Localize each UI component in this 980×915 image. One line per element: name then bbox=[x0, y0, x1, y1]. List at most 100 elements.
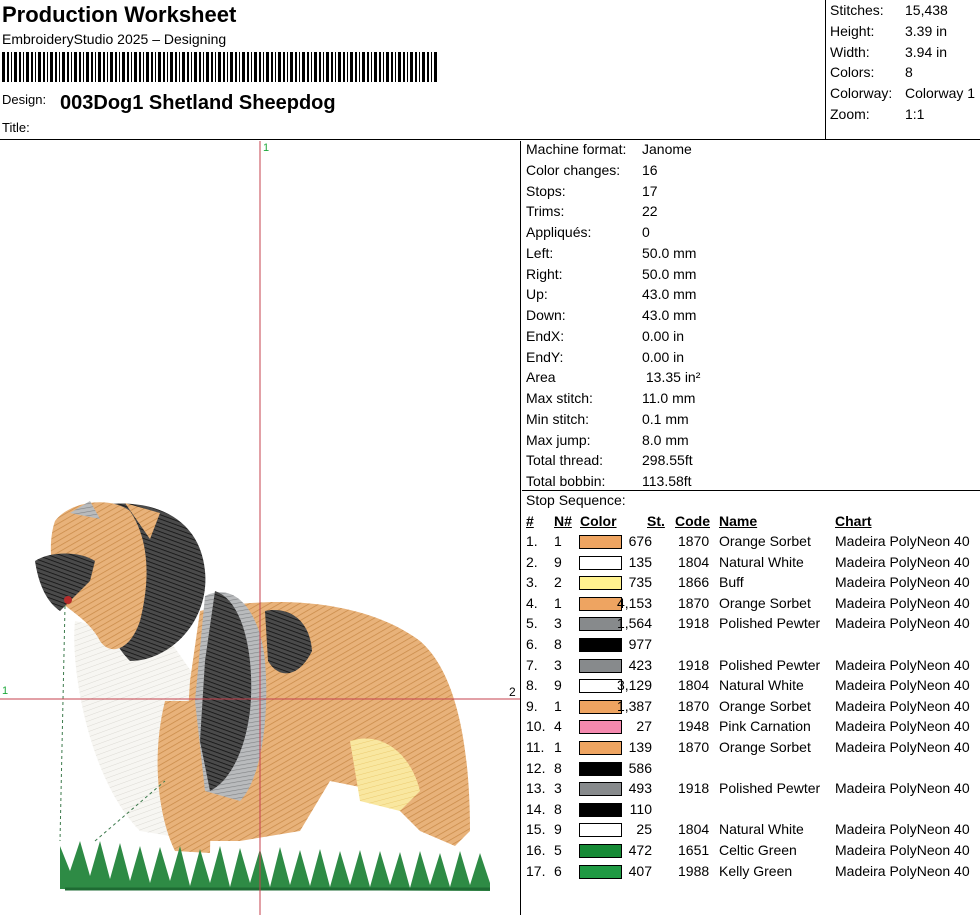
marker-right: 2 bbox=[509, 685, 516, 699]
stop-index: 16. bbox=[526, 842, 546, 858]
property-row: Machine format: Janome bbox=[526, 141, 692, 157]
property-value: 0 bbox=[642, 224, 650, 240]
barcode-bar bbox=[115, 52, 117, 82]
stop-code: 1948 bbox=[678, 718, 710, 735]
barcode-bar bbox=[259, 52, 261, 82]
barcode-bar bbox=[31, 52, 33, 82]
barcode-bar bbox=[95, 52, 96, 82]
barcode-bar bbox=[266, 52, 269, 82]
barcode-bar bbox=[247, 52, 249, 82]
barcode-bar bbox=[362, 52, 365, 82]
design-preview: 1 1 2 bbox=[0, 141, 521, 915]
property-label: Machine format: bbox=[526, 141, 627, 157]
summary-value: 1:1 bbox=[905, 106, 925, 122]
stop-index: 4. bbox=[526, 594, 538, 611]
barcode-bar bbox=[383, 52, 384, 82]
barcode-bar bbox=[427, 52, 429, 82]
stop-chart: Madeira PolyNeon 40 bbox=[835, 821, 970, 838]
stop-stitches: 586 bbox=[628, 759, 652, 776]
barcode-bar bbox=[271, 52, 273, 82]
stop-row: 8. 9 3,129 1804 Natural White Madeira PolyNeo… bbox=[522, 677, 980, 697]
property-label: EndX: bbox=[526, 327, 565, 344]
col-header-code: Code bbox=[675, 513, 710, 529]
dog-nose-marker bbox=[64, 596, 72, 604]
barcode-bar bbox=[158, 52, 161, 82]
stop-stitches: 472 bbox=[628, 842, 652, 858]
barcode-bar bbox=[215, 52, 216, 82]
stop-code: 1870 bbox=[678, 594, 710, 611]
barcode-bar bbox=[419, 52, 420, 82]
stop-chart: Madeira PolyNeon 40 bbox=[835, 677, 970, 694]
stop-code: 1866 bbox=[678, 574, 710, 591]
stop-code: 1918 bbox=[678, 656, 710, 673]
stop-needle: 3 bbox=[554, 780, 562, 797]
property-value: 43.0 mm bbox=[642, 286, 697, 303]
property-row: Appliqués: 0 bbox=[526, 224, 650, 240]
stop-code: 1918 bbox=[678, 780, 710, 797]
barcode-bar bbox=[55, 52, 57, 82]
worksheet-title: Production Worksheet bbox=[2, 2, 237, 27]
barcode-bar bbox=[143, 52, 144, 82]
property-value: 16 bbox=[642, 161, 658, 178]
barcode-bar bbox=[395, 52, 396, 82]
stop-stitches: 25 bbox=[636, 821, 652, 838]
summary-value: Colorway 1 bbox=[905, 85, 976, 102]
col-header-name: Name bbox=[719, 513, 758, 529]
property-label: Min stitch: bbox=[526, 410, 590, 427]
color-swatch bbox=[579, 576, 622, 591]
stop-row: 12. 8 586 bbox=[522, 760, 980, 780]
property-label: Color changes: bbox=[526, 161, 621, 178]
barcode-bar bbox=[50, 52, 53, 82]
stop-stitches: 3,129 bbox=[616, 677, 652, 694]
property-label: Appliqués: bbox=[526, 224, 592, 240]
stop-index: 10. bbox=[526, 718, 546, 735]
property-value: 8.0 mm bbox=[642, 431, 689, 448]
stop-index: 5. bbox=[526, 615, 538, 632]
stop-row: 7. 3 423 1918 Polished Pewter Madeira PolyNeo… bbox=[522, 657, 980, 677]
property-label: Up: bbox=[526, 286, 548, 303]
barcode-bar bbox=[71, 52, 72, 82]
barcode-bar bbox=[62, 52, 65, 82]
stop-code: 1870 bbox=[678, 739, 710, 755]
color-swatch bbox=[579, 555, 622, 570]
property-label: Right: bbox=[526, 265, 563, 282]
stop-color-name: Natural White bbox=[719, 677, 804, 694]
barcode-bar bbox=[350, 52, 353, 82]
property-row: Total bobbin: 113.58ft bbox=[526, 473, 692, 489]
property-value: 50.0 mm bbox=[642, 244, 697, 261]
barcode-bar bbox=[146, 52, 149, 82]
stop-needle: 8 bbox=[554, 759, 562, 776]
app-subtitle: EmbroideryStudio 2025 – Designing bbox=[2, 31, 227, 47]
property-value: 0.1 mm bbox=[642, 410, 689, 427]
stop-chart: Madeira PolyNeon 40 bbox=[835, 553, 970, 570]
stop-needle: 1 bbox=[554, 739, 562, 755]
barcode-bar bbox=[79, 52, 81, 82]
property-value: 50.0 mm bbox=[642, 265, 697, 282]
barcode-bar bbox=[134, 52, 137, 82]
stop-needle: 3 bbox=[554, 656, 562, 673]
stop-stitches: 110 bbox=[629, 800, 652, 817]
title-label: Title: bbox=[2, 120, 30, 135]
summary-label: Colors: bbox=[830, 64, 875, 81]
barcode-bar bbox=[434, 52, 437, 82]
property-value: 17 bbox=[642, 182, 658, 199]
barcode-bar bbox=[251, 52, 252, 82]
barcode-bar bbox=[179, 52, 180, 82]
stop-index: 1. bbox=[526, 533, 538, 549]
dog-embroidery bbox=[35, 501, 490, 891]
design-label: Design: bbox=[2, 92, 47, 107]
stop-chart: Madeira PolyNeon 40 bbox=[835, 697, 970, 714]
stop-color-name: Polished Pewter bbox=[719, 780, 821, 797]
property-row: Right: 50.0 mm bbox=[526, 266, 696, 282]
barcode-bar bbox=[170, 52, 173, 82]
stop-needle: 1 bbox=[554, 697, 562, 714]
color-swatch bbox=[579, 802, 622, 817]
property-label: Down: bbox=[526, 307, 566, 323]
barcode-bar bbox=[127, 52, 129, 82]
barcode-bar bbox=[119, 52, 120, 82]
barcode-bar bbox=[155, 52, 156, 82]
stop-stitches: 27 bbox=[636, 718, 652, 735]
barcode-bar bbox=[415, 52, 417, 82]
stop-row: 11. 1 139 1870 Orange Sorbet Madeira PolyNeon… bbox=[522, 739, 980, 759]
stop-chart: Madeira PolyNeon 40 bbox=[835, 594, 970, 611]
